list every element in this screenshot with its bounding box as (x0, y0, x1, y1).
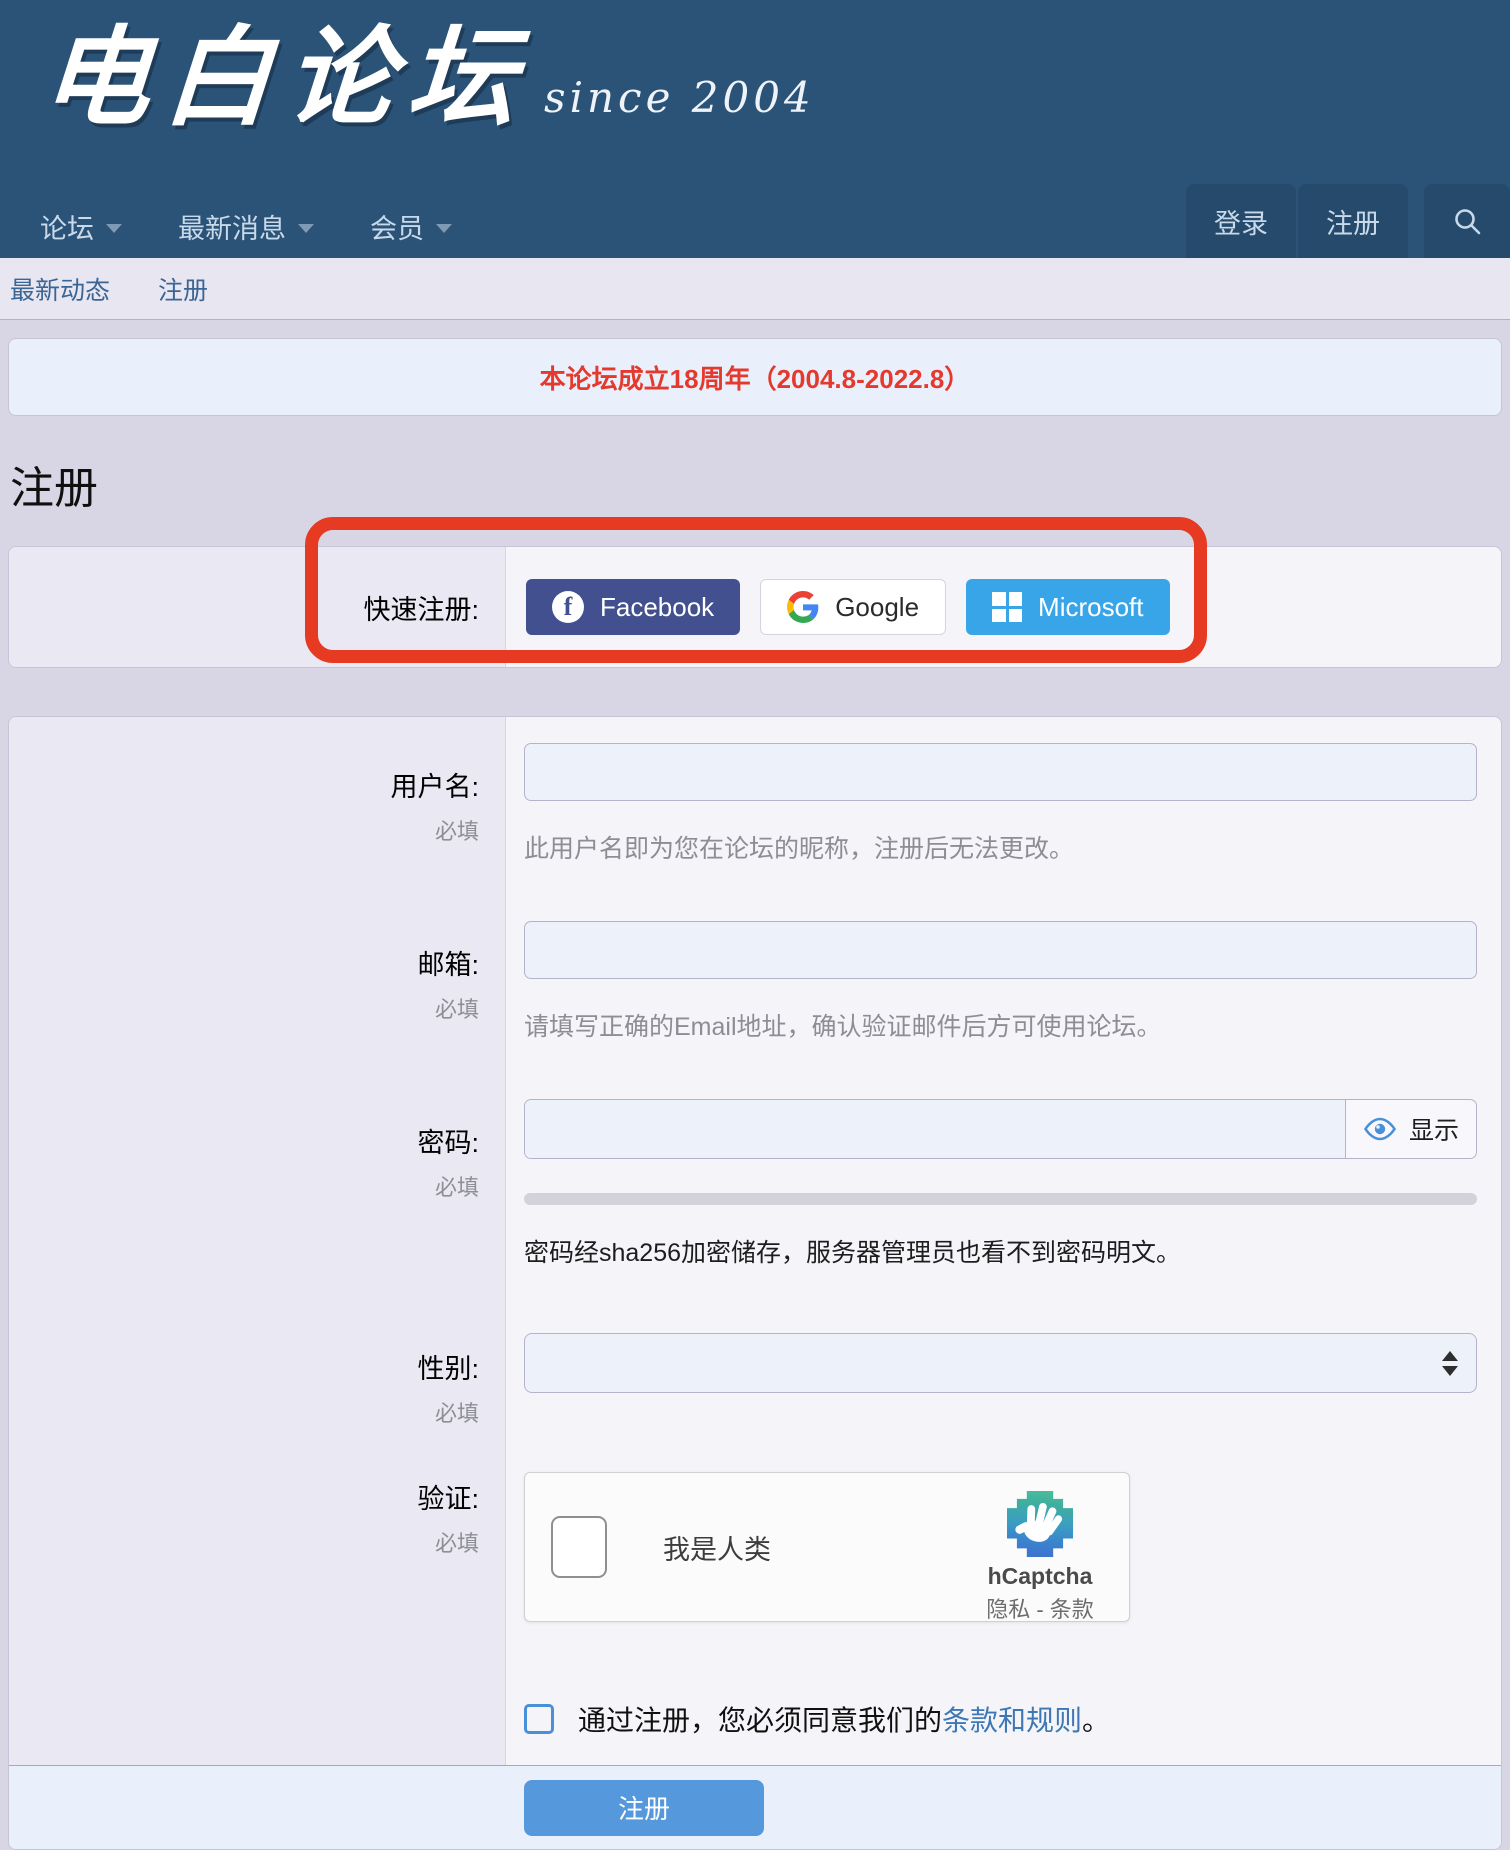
gender-label-cell: 性别: 必填 (9, 1307, 506, 1447)
username-label: 用户名: (390, 765, 479, 804)
required-badge: 必填 (435, 1526, 479, 1558)
email-input[interactable] (524, 921, 1477, 979)
anniversary-notice-text: 本论坛成立18周年（2004.8-2022.8） (540, 359, 971, 396)
nav-item-label: 论坛 (40, 207, 94, 246)
hcaptcha-brand-text: hCaptcha (975, 1563, 1105, 1590)
search-button[interactable] (1424, 184, 1510, 258)
anniversary-notice: 本论坛成立18周年（2004.8-2022.8） (8, 338, 1502, 416)
hcaptcha-privacy-terms-links[interactable]: 隐私 - 条款 (975, 1592, 1105, 1624)
hcaptcha-logo (1003, 1487, 1077, 1561)
registration-form: 用户名: 必填 此用户名即为您在论坛的昵称，注册后无法更改。 邮箱: 必填 请填… (8, 716, 1502, 1850)
chevron-down-icon (298, 224, 314, 233)
email-label-cell: 邮箱: 必填 (9, 895, 506, 1073)
site-logo[interactable]: 电白论坛 since 2004 (42, 14, 815, 144)
nav-item-latest-news[interactable]: 最新消息 (178, 207, 314, 246)
terms-row: 通过注册，您必须同意我们的条款和规则。 (9, 1685, 1501, 1765)
password-label: 密码: (417, 1121, 479, 1160)
nav-item-forum[interactable]: 论坛 (40, 207, 122, 246)
email-row: 邮箱: 必填 请填写正确的Email地址，确认验证邮件后方可使用论坛。 (9, 895, 1501, 1073)
password-help: 密码经sha256加密储存，服务器管理员也看不到密码明文。 (524, 1233, 1477, 1269)
required-badge: 必填 (435, 814, 479, 846)
facebook-button-label: Facebook (600, 592, 714, 623)
google-icon (787, 591, 819, 623)
terms-and-rules-link[interactable]: 条款和规则 (942, 1705, 1082, 1736)
chevron-down-icon (106, 224, 122, 233)
gender-row: 性别: 必填 (9, 1307, 1501, 1447)
login-button[interactable]: 登录 (1186, 184, 1296, 258)
google-signup-button[interactable]: Google (760, 579, 946, 635)
breadcrumb-register[interactable]: 注册 (158, 271, 208, 307)
site-header: 电白论坛 since 2004 论坛 最新消息 会员 登录 注册 (0, 0, 1510, 258)
chevron-down-icon (436, 224, 452, 233)
submit-register-button[interactable]: 注册 (524, 1780, 764, 1836)
required-badge: 必填 (435, 992, 479, 1024)
facebook-signup-button[interactable]: f Facebook (526, 579, 740, 635)
gender-label: 性别: (417, 1347, 479, 1386)
eye-icon (1363, 1117, 1397, 1141)
hand-icon (1011, 1495, 1069, 1553)
form-footer: 注册 (9, 1765, 1501, 1849)
quick-register-panel: 快速注册: f Facebook Google Microsoft (8, 546, 1502, 668)
quick-register-label-cell: 快速注册: (9, 547, 506, 667)
required-badge: 必填 (435, 1396, 479, 1428)
logo-calligraphy-text: 电白论坛 (37, 14, 534, 144)
microsoft-button-label: Microsoft (1038, 592, 1143, 623)
username-help: 此用户名即为您在论坛的昵称，注册后无法更改。 (524, 829, 1477, 865)
logo-tagline: since 2004 (544, 73, 815, 122)
username-label-cell: 用户名: 必填 (9, 717, 506, 895)
gender-select[interactable] (524, 1333, 1477, 1393)
nav-item-label: 会员 (370, 207, 424, 246)
username-input[interactable] (524, 743, 1477, 801)
select-updown-icon (1442, 1351, 1458, 1376)
nav-item-label: 最新消息 (178, 207, 286, 246)
register-button[interactable]: 注册 (1298, 184, 1408, 258)
terms-text: 通过注册，您必须同意我们的条款和规则。 (578, 1699, 1110, 1739)
page-title: 注册 (10, 452, 1502, 516)
hcaptcha-checkbox[interactable] (551, 1516, 607, 1578)
nav-item-members[interactable]: 会员 (370, 207, 452, 246)
terms-checkbox[interactable] (524, 1704, 554, 1734)
microsoft-icon (992, 592, 1022, 622)
hcaptcha-widget: 我是人类 (524, 1472, 1130, 1622)
password-input[interactable] (525, 1100, 1346, 1158)
hcaptcha-checkbox-label: 我是人类 (663, 1528, 771, 1567)
email-label: 邮箱: (417, 943, 479, 982)
search-icon (1452, 206, 1482, 236)
username-row: 用户名: 必填 此用户名即为您在论坛的昵称，注册后无法更改。 (9, 717, 1501, 895)
facebook-icon: f (552, 591, 584, 623)
show-password-label: 显示 (1409, 1111, 1459, 1147)
breadcrumb-latest[interactable]: 最新动态 (10, 271, 110, 307)
password-strength-bar (524, 1193, 1477, 1205)
microsoft-signup-button[interactable]: Microsoft (966, 579, 1169, 635)
show-password-button[interactable]: 显示 (1346, 1100, 1476, 1158)
email-help: 请填写正确的Email地址，确认验证邮件后方可使用论坛。 (524, 1007, 1477, 1043)
captcha-label: 验证: (417, 1477, 479, 1516)
terms-label-cell (9, 1685, 506, 1765)
required-badge: 必填 (435, 1170, 479, 1202)
main-navbar: 论坛 最新消息 会员 登录 注册 (0, 194, 1510, 258)
password-row: 密码: 必填 显示 密码经sha256加密储存，服务器 (9, 1073, 1501, 1307)
breadcrumb: 最新动态 注册 (0, 258, 1510, 320)
captcha-label-cell: 验证: 必填 (9, 1447, 506, 1685)
password-label-cell: 密码: 必填 (9, 1073, 506, 1307)
google-button-label: Google (835, 592, 919, 623)
quick-register-label: 快速注册: (363, 588, 479, 627)
captcha-row: 验证: 必填 我是人类 (9, 1447, 1501, 1685)
